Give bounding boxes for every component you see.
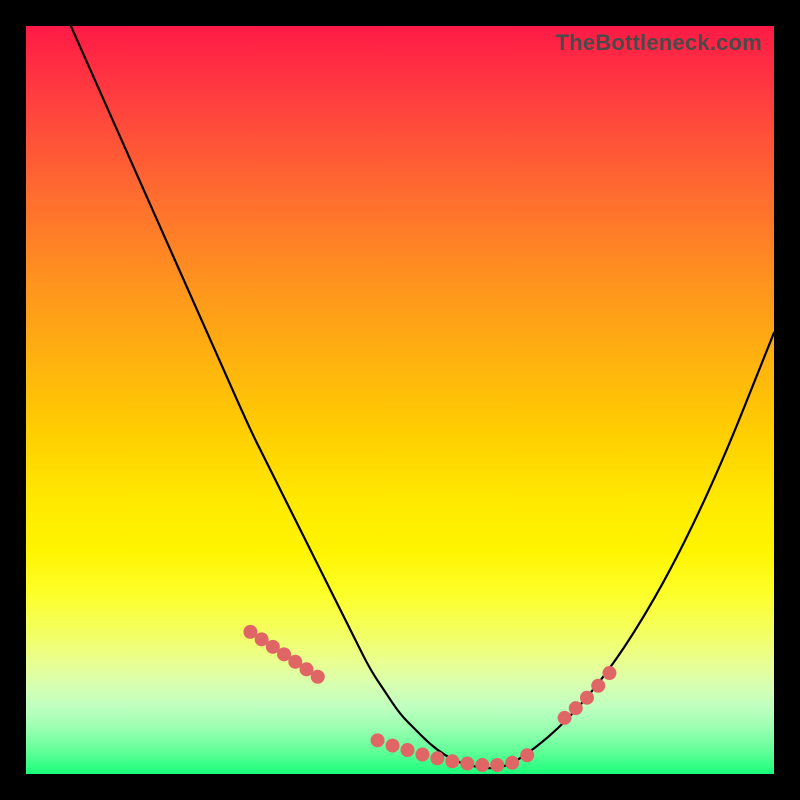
data-marker [371, 733, 385, 747]
data-marker [386, 739, 400, 753]
data-marker [311, 670, 325, 684]
data-marker [505, 756, 519, 770]
data-markers [243, 625, 616, 772]
data-marker [580, 691, 594, 705]
chart-container: TheBottleneck.com [0, 0, 800, 800]
plot-area: TheBottleneck.com [26, 26, 774, 774]
data-marker [591, 679, 605, 693]
bottleneck-curve [71, 26, 774, 768]
data-marker [430, 751, 444, 765]
curve-svg [26, 26, 774, 774]
data-marker [460, 757, 474, 771]
data-marker [475, 758, 489, 772]
data-marker [490, 758, 504, 772]
data-marker [445, 754, 459, 768]
data-marker [569, 701, 583, 715]
data-marker [602, 666, 616, 680]
data-marker [520, 748, 534, 762]
data-marker [415, 748, 429, 762]
data-marker [400, 743, 414, 757]
data-marker [558, 711, 572, 725]
